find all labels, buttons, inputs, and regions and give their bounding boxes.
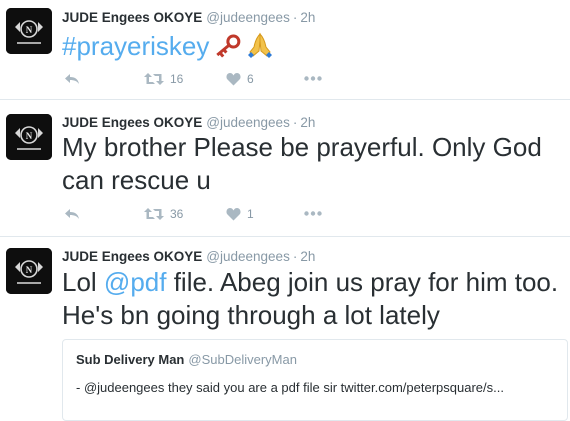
timestamp[interactable]: 2h [300, 115, 315, 130]
quoted-author-handle: @SubDeliveryMan [188, 352, 297, 367]
tweet-text: Lol @pdf file. Abeg join us pray for him… [62, 267, 559, 330]
avatar-logo-icon: N [6, 8, 52, 54]
hashtag-link[interactable]: #prayeriskey [62, 31, 209, 61]
retweet-count: 16 [170, 72, 184, 86]
reply-button[interactable] [64, 207, 80, 221]
quoted-tweet-header: Sub Delivery Man @SubDeliveryMan [76, 352, 297, 367]
author-name[interactable]: JUDE Engees OKOYE [62, 10, 202, 25]
more-button[interactable] [304, 76, 322, 81]
author-name[interactable]: JUDE Engees OKOYE [62, 249, 202, 264]
quoted-tweet-text: - @judeengees they said you are a pdf fi… [76, 380, 504, 395]
pray-emoji-icon [246, 31, 274, 67]
author-handle[interactable]: @judeengees [206, 249, 290, 264]
reply-icon [65, 74, 79, 84]
tweet-text: #prayeriskey🔑🙏 [62, 30, 562, 67]
author-handle[interactable]: @judeengees [206, 115, 290, 130]
heart-icon [226, 208, 241, 221]
avatar-logo-icon: N [6, 248, 52, 294]
more-icon [304, 76, 322, 81]
like-count: 6 [247, 72, 254, 86]
key-emoji-icon [212, 33, 244, 67]
avatar-logo-icon: N [6, 114, 52, 160]
reply-button[interactable] [64, 72, 80, 86]
avatar[interactable]: N [6, 248, 52, 294]
tweet[interactable]: N JUDE Engees OKOYE @judeengees · 2h #praye… [0, 0, 570, 100]
svg-text:N: N [26, 131, 33, 141]
more-button[interactable] [304, 211, 322, 216]
author-handle[interactable]: @judeengees [206, 10, 290, 25]
mention-link[interactable]: @pdf [104, 267, 167, 297]
svg-text:N: N [26, 265, 33, 275]
author-name[interactable]: JUDE Engees OKOYE [62, 115, 202, 130]
retweet-count: 36 [170, 207, 184, 221]
like-count: 1 [247, 207, 254, 221]
timestamp[interactable]: 2h [300, 249, 315, 264]
timestamp[interactable]: 2h [300, 10, 315, 25]
retweet-button[interactable]: 16 [144, 72, 183, 86]
more-icon [304, 211, 322, 216]
reply-icon [65, 209, 79, 219]
retweet-button[interactable]: 36 [144, 207, 183, 221]
tweet-header: JUDE Engees OKOYE @judeengees · 2h [62, 249, 316, 264]
quoted-author-name: Sub Delivery Man [76, 352, 185, 367]
retweet-icon [144, 208, 164, 220]
tweet-header: JUDE Engees OKOYE @judeengees · 2h [62, 115, 316, 130]
tweet[interactable]: N JUDE Engees OKOYE @judeengees · 2h Lol @p… [0, 237, 570, 421]
like-button[interactable]: 6 [226, 72, 254, 86]
quoted-tweet[interactable]: Sub Delivery Man @SubDeliveryMan - @judee… [62, 339, 568, 421]
avatar[interactable]: N [6, 114, 52, 160]
tweet-header: JUDE Engees OKOYE @judeengees · 2h [62, 10, 316, 25]
retweet-icon [144, 73, 164, 85]
svg-text:N: N [26, 25, 33, 35]
tweet-text: My brother Please be prayerful. Only God… [62, 132, 542, 195]
tweet[interactable]: N JUDE Engees OKOYE @judeengees · 2h My bro… [0, 100, 570, 237]
like-button[interactable]: 1 [226, 207, 254, 221]
avatar[interactable]: N [6, 8, 52, 54]
heart-icon [226, 73, 241, 86]
